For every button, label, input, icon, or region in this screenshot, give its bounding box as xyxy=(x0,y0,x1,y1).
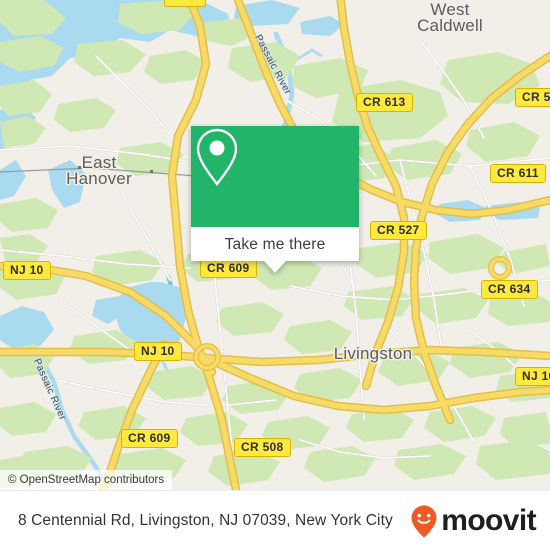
shield-cr-613[interactable]: CR 613 xyxy=(356,93,413,112)
footer-bar: 8 Centennial Rd, Livingston, NJ 07039, N… xyxy=(0,490,550,550)
shield-cr-634[interactable]: CR 634 xyxy=(481,280,538,299)
map-pin-icon xyxy=(196,128,238,186)
shield-cr-609-upper[interactable]: CR 609 xyxy=(200,259,257,278)
popup-header xyxy=(191,126,359,227)
take-me-there-popup[interactable]: Take me there xyxy=(191,126,359,273)
shield-cr-52x[interactable]: CR 52 xyxy=(515,88,550,107)
shield-cr-508[interactable]: CR 508 xyxy=(234,438,291,457)
screen-root: West Caldwell East Hanover Livingston Pa… xyxy=(0,0,550,550)
shield-cr-527[interactable]: CR 527 xyxy=(370,221,427,240)
address-text: 8 Centennial Rd, Livingston, NJ 07039, N… xyxy=(18,511,393,529)
shield-nj-10-west[interactable]: NJ 10 xyxy=(3,261,51,280)
moovit-logo[interactable]: moovit xyxy=(409,503,537,538)
popup-footer[interactable]: Take me there xyxy=(191,227,359,273)
moovit-pin-smiley-icon xyxy=(411,505,437,537)
shield-nj-10-center[interactable]: NJ 10 xyxy=(134,342,182,361)
shield-cr-609-lower[interactable]: CR 609 xyxy=(121,429,178,448)
take-me-there-label: Take me there xyxy=(224,235,326,253)
shield-clipped-top[interactable] xyxy=(164,0,206,7)
osm-attribution[interactable]: © OpenStreetMap contributors xyxy=(0,470,173,490)
shield-nj-10-east[interactable]: NJ 10 xyxy=(515,367,550,386)
map-canvas[interactable]: West Caldwell East Hanover Livingston Pa… xyxy=(0,0,550,490)
moovit-wordmark: moovit xyxy=(441,503,536,537)
popup-pointer-tail xyxy=(264,261,286,273)
shield-cr-611[interactable]: CR 611 xyxy=(490,164,546,183)
